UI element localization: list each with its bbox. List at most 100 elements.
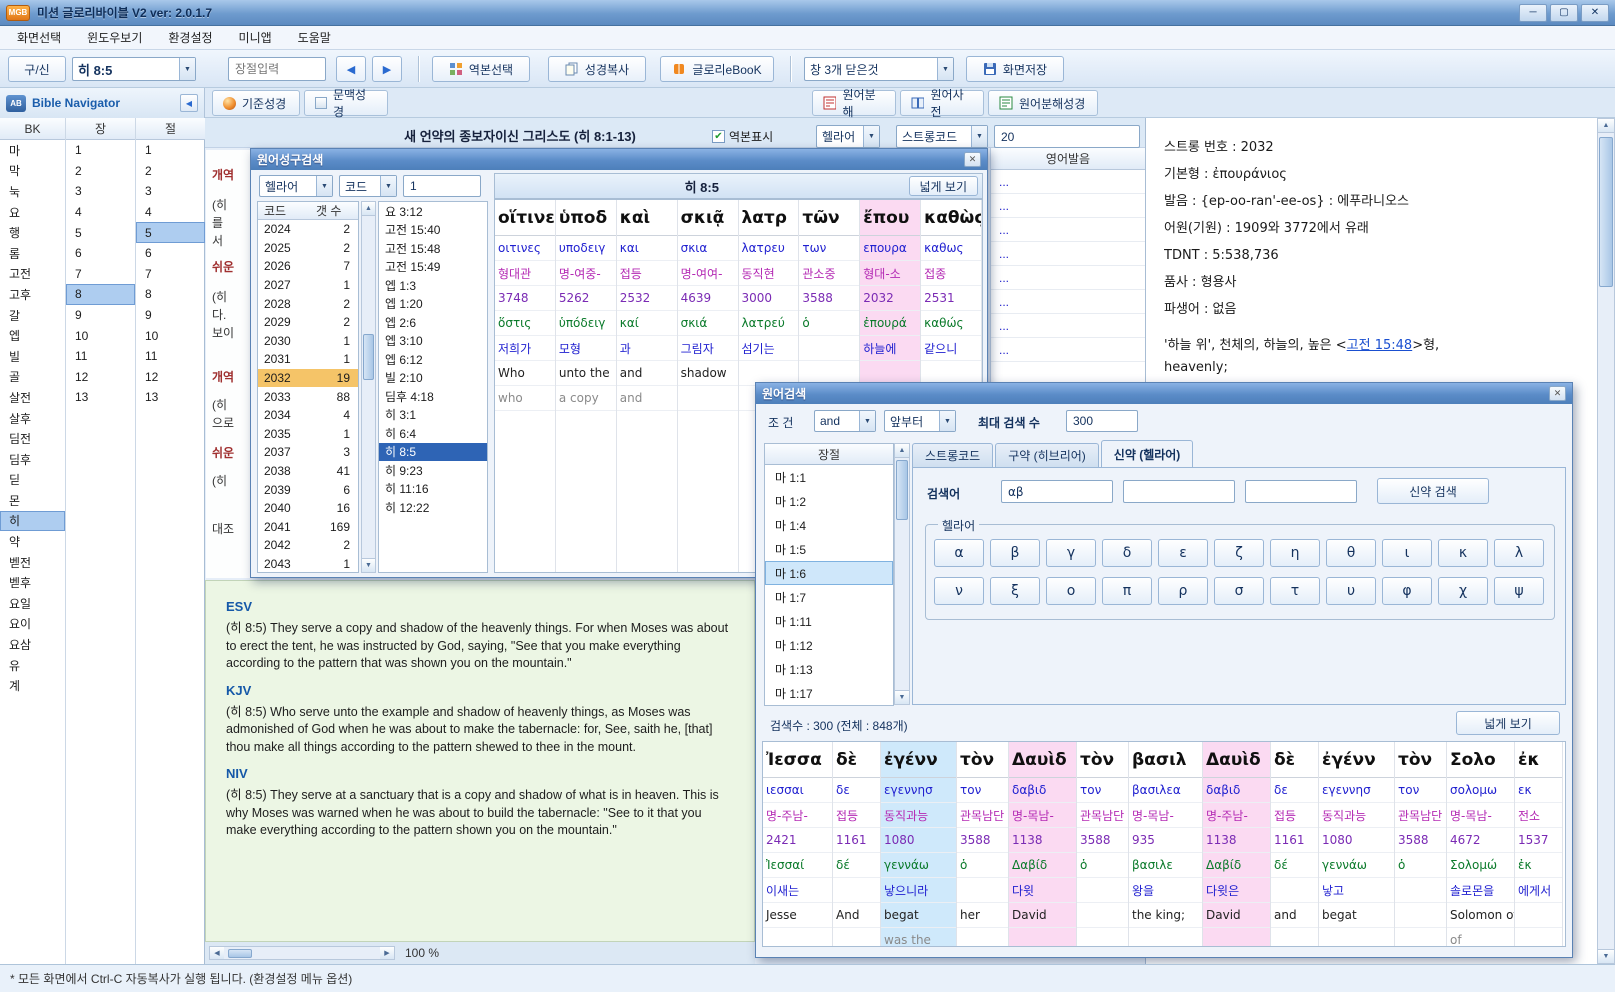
word-search-titlebar[interactable]: 원어검색 ✕ xyxy=(756,383,1572,404)
book-item[interactable]: 살전 xyxy=(0,387,65,408)
match-verse-item[interactable]: 마 1:5 xyxy=(765,537,893,561)
greek-letter-button[interactable]: α xyxy=(934,539,984,567)
greek-word-header[interactable]: βασιλ xyxy=(1129,742,1202,778)
previous-verse-button[interactable]: ◀ xyxy=(336,56,366,82)
verse-item[interactable]: 11 xyxy=(136,346,205,367)
max-results-input[interactable] xyxy=(1066,410,1138,432)
greek-letter-button[interactable]: ν xyxy=(934,577,984,605)
book-item[interactable]: 벧후 xyxy=(0,572,65,593)
book-item[interactable]: 행 xyxy=(0,222,65,243)
menu-item[interactable]: 도움말 xyxy=(285,26,344,49)
greek-letter-button[interactable]: υ xyxy=(1326,577,1376,605)
chapter-item[interactable]: 5 xyxy=(66,222,135,243)
greek-word-header[interactable]: δὲ xyxy=(833,742,880,778)
greek-word-header[interactable]: οἵτινε xyxy=(495,200,555,236)
strong-code-input[interactable] xyxy=(994,125,1140,148)
book-item[interactable]: 엡 xyxy=(0,325,65,346)
book-item[interactable]: 벧전 xyxy=(0,552,65,573)
verse-item[interactable]: 2 xyxy=(136,161,205,182)
greek-word-header[interactable]: λατρ xyxy=(739,200,799,236)
code-row[interactable]: 20242 xyxy=(258,220,358,239)
match-verse-item[interactable]: 마 1:17 xyxy=(765,681,893,705)
word-dictionary-button[interactable]: 원어사전 xyxy=(900,90,984,116)
phrase-code-input[interactable] xyxy=(403,175,481,197)
scroll-up-icon[interactable]: ▲ xyxy=(362,202,375,216)
occurrence-verse-item[interactable]: 엡 3:10 xyxy=(379,332,487,351)
occurrence-verse-item[interactable]: 빌 2:10 xyxy=(379,369,487,388)
greek-word-header[interactable]: ἐγένν xyxy=(1319,742,1394,778)
verse-item[interactable]: 12 xyxy=(136,367,205,388)
greek-letter-button[interactable]: ξ xyxy=(990,577,1040,605)
code-row[interactable]: 20311 xyxy=(258,350,358,369)
chapter-item[interactable]: 1 xyxy=(66,140,135,161)
greek-letter-button[interactable]: ο xyxy=(1046,577,1096,605)
code-row[interactable]: 203219 xyxy=(258,369,358,388)
code-row[interactable]: 203841 xyxy=(258,462,358,481)
minimize-button[interactable]: ─ xyxy=(1519,4,1547,22)
chapter-item[interactable]: 6 xyxy=(66,243,135,264)
code-row[interactable]: 20292 xyxy=(258,313,358,332)
match-verse-item[interactable]: 마 1:7 xyxy=(765,585,893,609)
greek-word-header[interactable]: τὸν xyxy=(1395,742,1446,778)
phrase-language-dropdown[interactable]: 헬라어▼ xyxy=(259,175,333,197)
scroll-down-icon[interactable]: ▼ xyxy=(895,690,909,704)
close-button[interactable]: ✕ xyxy=(1581,4,1609,22)
greek-letter-button[interactable]: π xyxy=(1102,577,1152,605)
scrollbar-thumb[interactable] xyxy=(896,460,908,520)
phrase-search-titlebar[interactable]: 원어성구검색 ✕ xyxy=(251,149,987,170)
code-row[interactable]: 20252 xyxy=(258,239,358,258)
occurrence-verse-item[interactable]: 히 12:22 xyxy=(379,498,487,517)
code-row[interactable]: 20344 xyxy=(258,406,358,425)
greek-word-header[interactable]: τῶν xyxy=(799,200,859,236)
show-versions-checkbox[interactable]: ✔ 역본표시 xyxy=(712,128,773,145)
verse-item[interactable]: 8 xyxy=(136,284,205,305)
book-item[interactable]: 눅 xyxy=(0,181,65,202)
book-item[interactable]: 요일 xyxy=(0,593,65,614)
chapter-item[interactable]: 2 xyxy=(66,161,135,182)
verse-item[interactable]: 3 xyxy=(136,181,205,202)
greek-letter-button[interactable]: η xyxy=(1270,539,1320,567)
greek-letter-button[interactable]: ζ xyxy=(1214,539,1264,567)
occurrence-verse-item[interactable]: 히 8:5 xyxy=(379,443,487,462)
bible-copy-button[interactable]: 성경복사 xyxy=(548,56,646,82)
book-item[interactable]: 몬 xyxy=(0,490,65,511)
book-item[interactable]: 고후 xyxy=(0,284,65,305)
chapter-item[interactable]: 7 xyxy=(66,264,135,285)
chapter-item[interactable]: 10 xyxy=(66,325,135,346)
occurrence-verse-item[interactable]: 엡 6:12 xyxy=(379,350,487,369)
code-row[interactable]: 20271 xyxy=(258,276,358,295)
greek-word-header[interactable]: Δαυὶδ xyxy=(1203,742,1270,778)
greek-word-header[interactable]: τὸν xyxy=(1077,742,1128,778)
horizontal-scrollbar[interactable]: ◀ ▶ xyxy=(209,946,395,960)
book-item[interactable]: 약 xyxy=(0,531,65,552)
verse-list-scrollbar[interactable]: ▲ ▼ xyxy=(894,443,910,705)
verse-item[interactable]: 1 xyxy=(136,140,205,161)
occurrence-verse-item[interactable]: 고전 15:48 xyxy=(379,239,487,258)
book-item[interactable]: 막 xyxy=(0,161,65,182)
greek-word-header[interactable]: Σολο xyxy=(1447,742,1514,778)
close-icon[interactable]: ✕ xyxy=(1549,386,1566,401)
main-vertical-scrollbar[interactable]: ▲ ▼ xyxy=(1597,118,1615,964)
occurrence-verse-item[interactable]: 요 3:12 xyxy=(379,202,487,221)
occurrence-verse-item[interactable]: 히 11:16 xyxy=(379,480,487,499)
occurrence-verse-item[interactable]: 히 3:1 xyxy=(379,406,487,425)
greek-word-header[interactable]: ἐγένν xyxy=(881,742,956,778)
book-item[interactable]: 롬 xyxy=(0,243,65,264)
book-item[interactable]: 빌 xyxy=(0,346,65,367)
code-row[interactable]: 2041169 xyxy=(258,518,358,537)
maximize-button[interactable]: ▢ xyxy=(1550,4,1578,22)
greek-word-header[interactable]: Ἰεσσα xyxy=(763,742,832,778)
greek-word-header[interactable]: καὶ xyxy=(617,200,677,236)
occurrence-verse-item[interactable]: 엡 1:3 xyxy=(379,276,487,295)
book-item[interactable]: 골 xyxy=(0,367,65,388)
greek-letter-button[interactable]: σ xyxy=(1214,577,1264,605)
verse-item[interactable]: 10 xyxy=(136,325,205,346)
greek-word-header[interactable]: ἐκ xyxy=(1515,742,1562,778)
greek-letter-button[interactable]: θ xyxy=(1326,539,1376,567)
greek-letter-button[interactable]: κ xyxy=(1438,539,1488,567)
code-list-scrollbar[interactable]: ▲ ▼ xyxy=(361,201,376,573)
scroll-right-icon[interactable]: ▶ xyxy=(380,947,394,959)
occurrence-verse-item[interactable]: 엡 1:20 xyxy=(379,295,487,314)
menu-item[interactable]: 화면선택 xyxy=(4,26,74,49)
condition-dropdown[interactable]: and▼ xyxy=(814,410,876,432)
